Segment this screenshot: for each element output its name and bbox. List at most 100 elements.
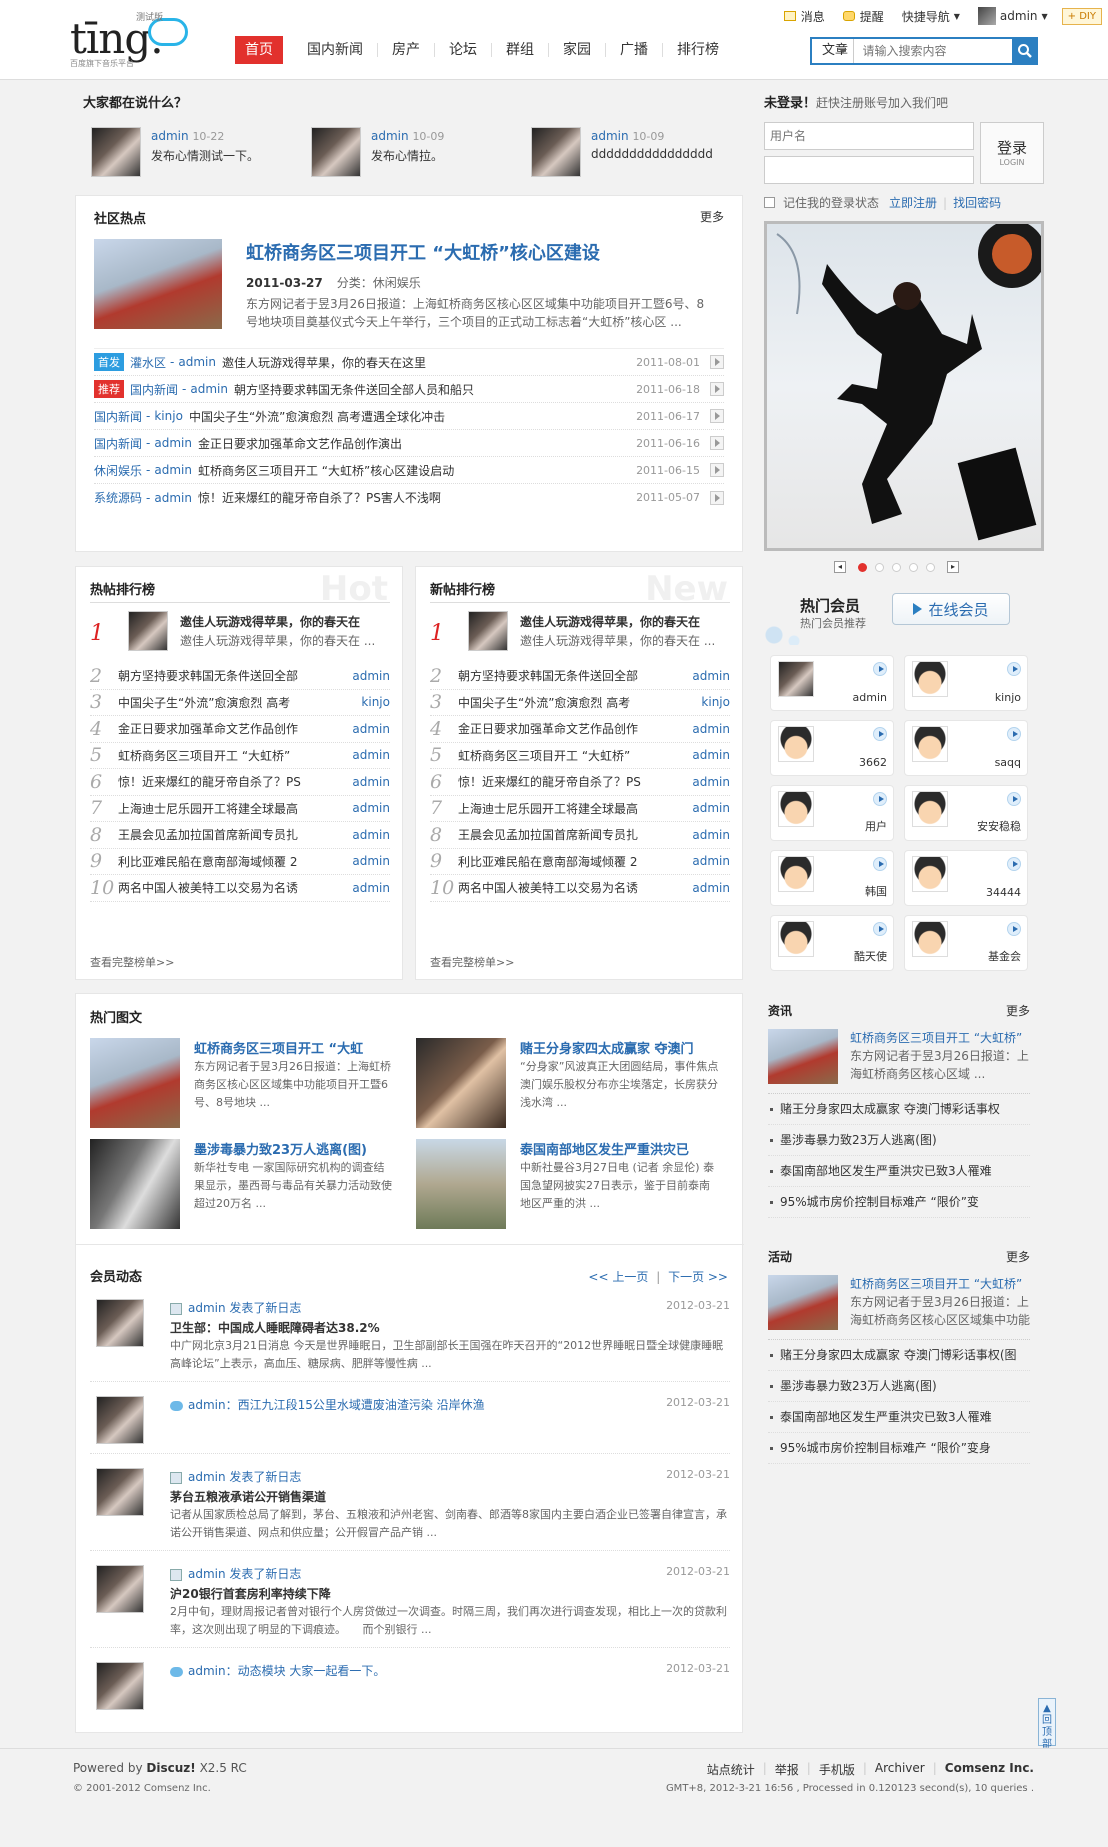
feed-headline[interactable]: admin：西江九江段15公里水域遭废油渣污染 沿岸休渔 bbox=[188, 1398, 485, 1412]
play-icon[interactable] bbox=[873, 922, 887, 936]
rank-title[interactable]: 利比亚难民船在意南部海域倾覆 2 bbox=[458, 853, 692, 870]
talk-user[interactable]: admin bbox=[151, 129, 189, 143]
activity-item[interactable]: 泰国南部地区发生严重洪灾已致3人罹难 bbox=[768, 1402, 1030, 1433]
avatar[interactable] bbox=[468, 611, 508, 651]
rank-title[interactable]: 两名中国人被美特工以交易为名诱 bbox=[458, 879, 692, 896]
search-button[interactable] bbox=[1012, 37, 1038, 65]
play-icon[interactable] bbox=[710, 382, 724, 396]
avatar[interactable] bbox=[96, 1565, 144, 1613]
member-card[interactable]: 安安稳稳 bbox=[904, 785, 1028, 841]
member-card[interactable]: 34444 bbox=[904, 850, 1028, 906]
nav-item-broadcast[interactable]: 广播 bbox=[605, 43, 662, 57]
news-item[interactable]: 95%城市房价控制目标难产 “限价”变 bbox=[768, 1187, 1030, 1218]
rank-user[interactable]: admin bbox=[692, 748, 730, 762]
topic-user[interactable]: admin bbox=[190, 382, 228, 396]
rank-user[interactable]: kinjo bbox=[361, 695, 390, 709]
nav-item-news[interactable]: 国内新闻 bbox=[293, 43, 377, 57]
next-slide-button[interactable]: ▸ bbox=[947, 561, 959, 573]
rank-title[interactable]: 上海迪士尼乐园开工将建全球最高 bbox=[118, 800, 352, 817]
feed-headline[interactable]: admin 发表了新日志 bbox=[188, 1301, 301, 1315]
rank-title[interactable]: 朝方坚持要求韩国无条件送回全部 bbox=[118, 667, 352, 684]
play-icon[interactable] bbox=[1007, 662, 1021, 676]
member-card[interactable]: 韩国 bbox=[770, 850, 894, 906]
pic-title[interactable]: 赌王分身家四太成赢家 夺澳门 bbox=[520, 1038, 694, 1057]
rank-title[interactable]: 王晨会见孟加拉国首席新闻专员扎 bbox=[118, 826, 352, 843]
news-item[interactable]: 墨涉毒暴力致23万人逃离(图) bbox=[768, 1125, 1030, 1156]
discuz-link[interactable]: Discuz! bbox=[146, 1761, 195, 1775]
rank-user[interactable]: admin bbox=[692, 722, 730, 736]
news-image[interactable] bbox=[768, 1029, 838, 1084]
username-field[interactable] bbox=[764, 122, 974, 150]
activity-image[interactable] bbox=[768, 1275, 838, 1330]
rank-user[interactable]: admin bbox=[692, 669, 730, 683]
new-rank-all-link[interactable]: 查看完整榜单>> bbox=[430, 954, 514, 970]
rank-user[interactable]: admin bbox=[352, 801, 390, 815]
pic-title[interactable]: 墨涉毒暴力致23万人逃离(图) bbox=[194, 1139, 367, 1158]
pic-image[interactable] bbox=[416, 1038, 506, 1128]
footer-link-stats[interactable]: 站点统计 bbox=[707, 1761, 755, 1778]
nav-item-rank[interactable]: 排行榜 bbox=[662, 43, 733, 57]
rank-top-title[interactable]: 邀佳人玩游戏得苹果，你的春天在 bbox=[180, 613, 360, 630]
rank-user[interactable]: admin bbox=[352, 828, 390, 842]
password-field[interactable] bbox=[764, 156, 974, 184]
rank-user[interactable]: admin bbox=[692, 854, 730, 868]
nav-item-home-space[interactable]: 家园 bbox=[548, 43, 605, 57]
feed-prev-link[interactable]: << 上一页 bbox=[588, 1270, 648, 1284]
member-card[interactable]: 3662 bbox=[770, 720, 894, 776]
quick-nav-dropdown[interactable]: 快捷导航 ▼ bbox=[902, 8, 960, 25]
back-to-top-button[interactable]: ▲ 回顶部 bbox=[1038, 1698, 1056, 1750]
topic-title[interactable]: 惊！近来爆红的龍牙帝自杀了？PS害人不浅啊 bbox=[198, 489, 636, 506]
rank-title[interactable]: 惊！近来爆红的龍牙帝自杀了？PS bbox=[458, 773, 692, 790]
remind-link[interactable]: 提醒 bbox=[842, 8, 884, 25]
play-icon[interactable] bbox=[873, 727, 887, 741]
rank-title[interactable]: 金正日要求加强革命文艺作品创作 bbox=[458, 720, 692, 737]
topic-category[interactable]: 灌水区 bbox=[130, 354, 166, 371]
topic-category[interactable]: 国内新闻 bbox=[94, 435, 142, 452]
news-item[interactable]: 赌王分身家四太成赢家 夺澳门博彩话事权 bbox=[768, 1094, 1030, 1125]
headline-title[interactable]: 虹桥商务区三项目开工 “大虹桥”核心区建设 bbox=[246, 239, 600, 265]
member-card[interactable]: 基金会 bbox=[904, 915, 1028, 971]
rank-user[interactable]: admin bbox=[692, 775, 730, 789]
activity-item[interactable]: 赌王分身家四太成赢家 夺澳门博彩话事权(图 bbox=[768, 1340, 1030, 1371]
avatar[interactable] bbox=[96, 1396, 144, 1444]
rank-title[interactable]: 虹桥商务区三项目开工 “大虹桥” bbox=[458, 747, 692, 764]
topic-user[interactable]: admin bbox=[154, 491, 192, 505]
pic-image[interactable] bbox=[90, 1139, 180, 1229]
find-password-link[interactable]: 找回密码 bbox=[953, 194, 1001, 211]
rank-user[interactable]: admin bbox=[352, 881, 390, 895]
pic-image[interactable] bbox=[416, 1139, 506, 1229]
diy-button[interactable]: + DIY bbox=[1061, 7, 1102, 25]
play-icon[interactable] bbox=[1007, 857, 1021, 871]
rank-title[interactable]: 利比亚难民船在意南部海域倾覆 2 bbox=[118, 853, 352, 870]
feed-headline[interactable]: admin 发表了新日志 bbox=[188, 1567, 301, 1581]
search-category-select[interactable]: 文章 bbox=[812, 39, 855, 63]
pic-title[interactable]: 虹桥商务区三项目开工 “大虹 bbox=[194, 1038, 363, 1057]
play-icon[interactable] bbox=[1007, 922, 1021, 936]
pic-title[interactable]: 泰国南部地区发生严重洪灾已 bbox=[520, 1139, 689, 1158]
nav-item-forum[interactable]: 论坛 bbox=[434, 43, 491, 57]
register-link[interactable]: 立即注册 bbox=[889, 194, 937, 211]
topic-title[interactable]: 虹桥商务区三项目开工 “大虹桥”核心区建设启动 bbox=[198, 462, 636, 479]
play-icon[interactable] bbox=[710, 436, 724, 450]
site-logo[interactable]: tīng. 测试版 百度旗下音乐平台 bbox=[70, 10, 200, 68]
banner-slideshow[interactable] bbox=[764, 221, 1044, 551]
hot-rank-all-link[interactable]: 查看完整榜单>> bbox=[90, 954, 174, 970]
nav-item-house[interactable]: 房产 bbox=[377, 43, 434, 57]
activity-item[interactable]: 95%城市房价控制目标难产 “限价”变身 bbox=[768, 1433, 1030, 1464]
messages-link[interactable]: 消息 bbox=[783, 8, 825, 25]
member-card[interactable]: admin bbox=[770, 655, 894, 711]
topic-category[interactable]: 国内新闻 bbox=[130, 381, 178, 398]
play-icon[interactable] bbox=[710, 355, 724, 369]
talk-user[interactable]: admin bbox=[371, 129, 409, 143]
topic-user[interactable]: kinjo bbox=[154, 409, 183, 423]
feed-headline[interactable]: admin 发表了新日志 bbox=[188, 1470, 301, 1484]
play-icon[interactable] bbox=[710, 490, 724, 505]
avatar[interactable] bbox=[96, 1299, 144, 1347]
member-card[interactable]: 酷天使 bbox=[770, 915, 894, 971]
member-card[interactable]: 用户 bbox=[770, 785, 894, 841]
topic-category[interactable]: 系统源码 bbox=[94, 489, 142, 506]
slide-dot[interactable] bbox=[926, 562, 935, 572]
activity-more-link[interactable]: 更多 bbox=[1006, 1248, 1030, 1265]
login-button[interactable]: 登录 LOGIN bbox=[980, 122, 1044, 184]
play-icon[interactable] bbox=[1007, 727, 1021, 741]
